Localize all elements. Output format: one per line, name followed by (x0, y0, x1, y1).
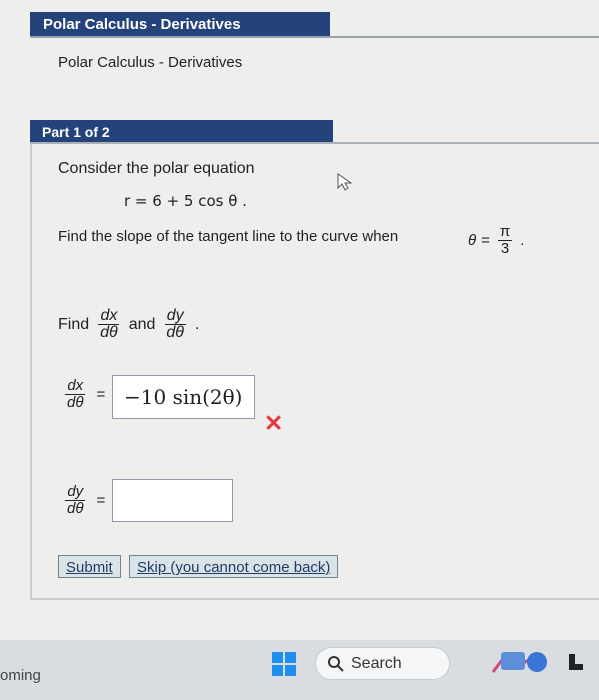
system-tray-icons[interactable] (489, 644, 599, 680)
dx-label: dx dθ = (62, 378, 105, 411)
and-word: and (128, 315, 156, 333)
theta-symbol: θ (468, 232, 477, 249)
dx-label-numerator: dx (65, 377, 86, 395)
dy-label: dy dθ = (62, 484, 105, 517)
submit-button[interactable]: Submit (58, 555, 121, 578)
part-header: Part 1 of 2 (30, 120, 333, 144)
equals-sign: = (481, 232, 490, 249)
skip-button[interactable]: Skip (you cannot come back) (129, 555, 339, 578)
slope-prompt: Find the slope of the tangent line to th… (58, 228, 399, 245)
dx-label-denominator: dθ (67, 394, 84, 411)
dy-label-fraction: dy dθ (65, 483, 86, 517)
find-word: Find (58, 315, 90, 333)
dy-dtheta-fraction: dy dθ (164, 308, 186, 341)
dx-answer-value: −10 sin(2θ) (124, 385, 243, 409)
question-intro: Consider the polar equation (58, 160, 255, 177)
page-subtitle: Polar Calculus - Derivatives (58, 54, 243, 71)
mouse-cursor-icon (337, 173, 353, 191)
find-period: . (194, 315, 200, 333)
theta-numerator: π (497, 223, 513, 241)
pi-over-three: π 3 (497, 223, 513, 257)
polar-equation: r = 6 + 5 cos θ . (124, 192, 247, 210)
dy-numerator: dy (164, 307, 186, 325)
search-label: Search (351, 655, 402, 672)
dx-denominator: dθ (100, 324, 118, 341)
dy-answer-input[interactable] (112, 479, 233, 522)
dy-label-denominator: dθ (67, 500, 84, 517)
taskbar-app-label[interactable]: oming (0, 667, 41, 684)
dx-label-fraction: dx dθ (65, 377, 86, 411)
dy-equals-sign: = (96, 492, 106, 509)
dy-label-numerator: dy (65, 483, 86, 501)
page-title: Polar Calculus - Derivatives (30, 12, 330, 38)
dx-answer-input[interactable]: −10 sin(2θ) (112, 375, 255, 419)
dx-equals-sign: = (96, 386, 106, 403)
theta-value: θ = π 3 . (468, 224, 524, 257)
part-divider (30, 142, 599, 144)
theta-denominator: 3 (500, 240, 510, 257)
page-content: Polar Calculus - Derivatives Polar Calcu… (0, 0, 599, 640)
search-icon (328, 656, 344, 672)
dy-denominator: dθ (166, 324, 184, 341)
windows-start-icon[interactable] (272, 652, 296, 676)
incorrect-x-icon: ✕ (264, 410, 284, 436)
title-divider (30, 36, 599, 38)
find-derivatives-prompt: Find dx dθ and dy dθ . (58, 308, 199, 341)
dx-numerator: dx (98, 307, 120, 325)
dx-dtheta-fraction: dx dθ (98, 308, 120, 341)
question-panel (30, 144, 599, 600)
theta-period: . (520, 232, 525, 249)
